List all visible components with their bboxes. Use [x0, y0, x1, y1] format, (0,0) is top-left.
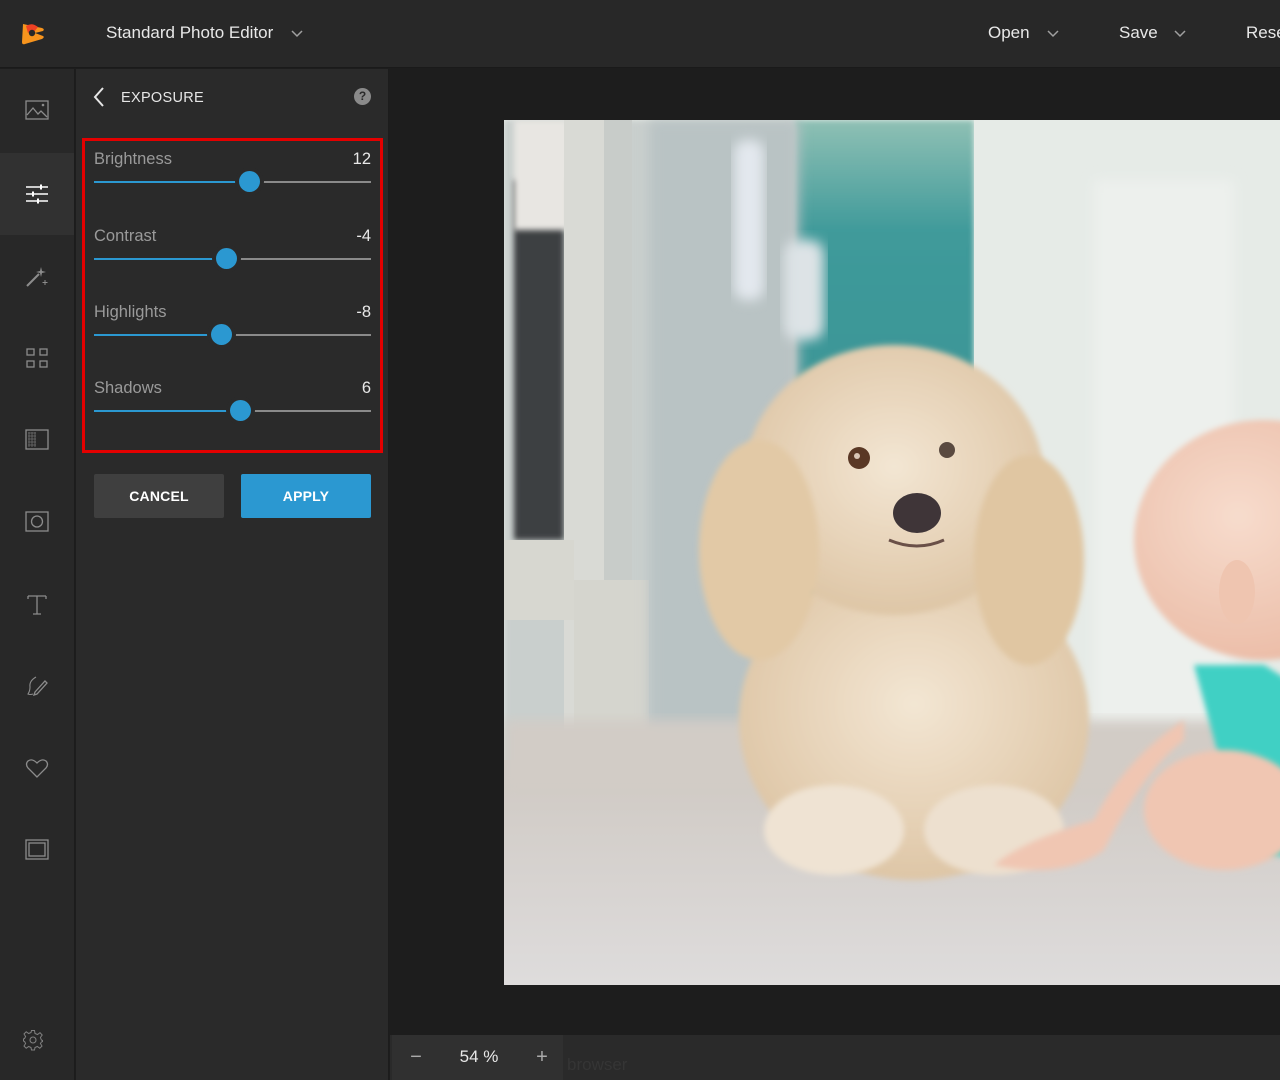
- slider-label: Contrast: [94, 227, 157, 245]
- slider-track[interactable]: [94, 171, 371, 192]
- slider-contrast: Contrast -4: [94, 227, 371, 287]
- magic-wand-icon: [26, 267, 48, 287]
- editor-canvas: [390, 69, 1280, 1035]
- rail-item-textures[interactable]: [0, 399, 74, 481]
- photo-illustration: [504, 120, 1280, 985]
- photo-image[interactable]: [504, 120, 1280, 985]
- zoom-control: − 54 % +: [392, 1035, 563, 1080]
- top-bar: Standard Photo Editor Open Save Rese: [0, 0, 1280, 68]
- app-title[interactable]: Standard Photo Editor: [106, 23, 273, 43]
- reset-button[interactable]: Rese: [1246, 23, 1280, 43]
- slider-value: 6: [361, 379, 371, 397]
- slider-label: Highlights: [94, 303, 167, 321]
- slider-fill: [94, 258, 227, 260]
- rail-item-draw[interactable]: [0, 645, 74, 727]
- panel-title: EXPOSURE: [121, 90, 204, 106]
- help-icon[interactable]: ?: [354, 88, 371, 105]
- grid-icon: [26, 348, 48, 368]
- slider-value: -8: [356, 303, 371, 321]
- slider-label: Shadows: [94, 379, 162, 397]
- heart-icon: [25, 759, 49, 778]
- zoom-level: 54 %: [459, 1047, 499, 1066]
- slider-value: -4: [356, 227, 371, 245]
- image-icon: [25, 100, 49, 120]
- slider-thumb[interactable]: [210, 324, 232, 345]
- rail-item-image[interactable]: [0, 69, 74, 151]
- slider-thumb[interactable]: [238, 171, 260, 192]
- slider-shadows: Shadows 6: [94, 379, 371, 439]
- ghost-label: browser: [567, 1055, 628, 1074]
- slider-track[interactable]: [94, 324, 371, 345]
- tool-rail: [0, 69, 75, 1080]
- slider-highlights: Highlights -8: [94, 303, 371, 363]
- slider-label: Brightness: [94, 150, 172, 168]
- sliders-icon: [26, 184, 48, 204]
- slider-value: 12: [352, 150, 371, 168]
- vignette-icon: [25, 511, 49, 532]
- rail-item-layout[interactable]: [0, 317, 74, 399]
- zoom-out-button[interactable]: −: [406, 1045, 426, 1069]
- draw-icon: [27, 676, 48, 697]
- slider-brightness: Brightness 12: [94, 150, 371, 210]
- cancel-button[interactable]: CANCEL: [94, 474, 224, 518]
- slider-fill: [94, 334, 222, 336]
- back-arrow-icon[interactable]: [90, 86, 108, 108]
- app-logo-icon[interactable]: [20, 20, 46, 46]
- rail-item-text[interactable]: [0, 563, 74, 645]
- text-icon: [27, 595, 47, 615]
- apply-button[interactable]: APPLY: [241, 474, 371, 518]
- frame-icon: [25, 839, 49, 860]
- bottom-bar: − 54 % + browser: [390, 1035, 1280, 1080]
- save-menu-button[interactable]: Save: [1119, 23, 1158, 43]
- chevron-down-icon[interactable]: [1046, 26, 1060, 40]
- exposure-panel: EXPOSURE ? Brightness 12 Contrast -4 Hig…: [76, 69, 389, 1080]
- gear-icon[interactable]: [22, 1029, 44, 1051]
- rail-item-vignette[interactable]: [0, 481, 74, 563]
- rail-item-graphics[interactable]: [0, 727, 74, 809]
- open-menu-button[interactable]: Open: [988, 23, 1030, 43]
- chevron-down-icon[interactable]: [1173, 26, 1187, 40]
- rail-item-adjust[interactable]: [0, 153, 74, 235]
- rail-item-effects[interactable]: [0, 235, 74, 317]
- slider-thumb[interactable]: [216, 248, 238, 269]
- slider-track[interactable]: [94, 400, 371, 421]
- slider-track[interactable]: [94, 248, 371, 269]
- rail-item-frames[interactable]: [0, 809, 74, 891]
- chevron-down-icon[interactable]: [290, 26, 304, 40]
- slider-fill: [94, 410, 241, 412]
- zoom-in-button[interactable]: +: [532, 1045, 552, 1069]
- texture-icon: [25, 429, 49, 450]
- slider-fill: [94, 181, 250, 183]
- slider-thumb[interactable]: [230, 400, 252, 421]
